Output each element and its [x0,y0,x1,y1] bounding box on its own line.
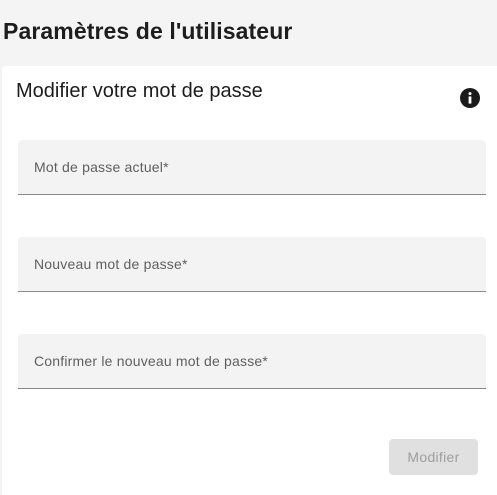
modify-button[interactable]: Modifier [389,439,478,475]
current-password-field [18,140,486,195]
user-settings-page: Paramètres de l'utilisateur Modifier vot… [0,0,497,495]
new-password-input[interactable] [18,237,486,291]
card-title: Modifier votre mot de passe [16,80,263,102]
confirm-password-field [18,334,486,389]
change-password-card: Modifier votre mot de passe Modifier [2,66,497,495]
confirm-password-input[interactable] [18,334,486,388]
info-icon[interactable] [460,88,480,108]
current-password-input[interactable] [18,140,486,194]
page-title: Paramètres de l'utilisateur [3,18,293,44]
new-password-field [18,237,486,292]
